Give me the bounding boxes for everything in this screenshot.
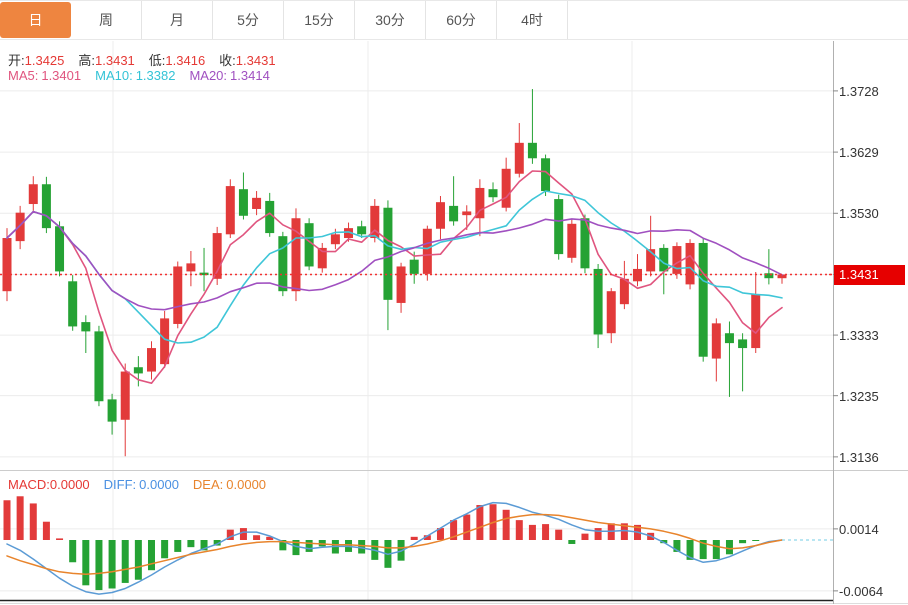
low-value: 1.3416 xyxy=(165,53,205,68)
price-tick-7: 1.3136 xyxy=(839,450,905,465)
ma10-value: 1.3382 xyxy=(136,68,176,83)
trading-chart-app: 日 周 月 5分 15分 30分 60分 4时 开:1.3425高:1.3431… xyxy=(0,0,908,605)
macd-label: MACD: xyxy=(8,477,50,492)
price-tick-3: 1.3530 xyxy=(839,206,905,221)
macd-tick-1: 0.0014 xyxy=(839,522,905,537)
ohlc-readout: 开:1.3425高:1.3431低:1.3416收:1.3431 xyxy=(8,50,276,69)
ma20-label: MA20: xyxy=(189,68,227,83)
current-price-badge: 1.3431 xyxy=(834,265,905,285)
high-label: 高: xyxy=(78,53,95,68)
price-tick-1: 1.3728 xyxy=(839,84,905,99)
macd-tick-2: -0.0064 xyxy=(839,584,905,599)
ma10-label: MA10: xyxy=(95,68,133,83)
ma20-value: 1.3414 xyxy=(230,68,270,83)
low-label: 低: xyxy=(149,53,166,68)
candlestick-chart[interactable] xyxy=(0,0,908,605)
dea-value: 0.0000 xyxy=(226,477,266,492)
open-value: 1.3425 xyxy=(25,53,65,68)
ma5-value: 1.3401 xyxy=(41,68,81,83)
price-tick-6: 1.3235 xyxy=(839,389,905,404)
diff-value: 0.0000 xyxy=(139,477,179,492)
macd-readout: MACD:0.0000DIFF:0.0000DEA:0.0000 xyxy=(8,477,266,492)
close-value: 1.3431 xyxy=(236,53,276,68)
macd-value: 0.0000 xyxy=(50,477,90,492)
ma-readout: MA5:1.3401 MA10:1.3382 MA20:1.3414 xyxy=(8,68,270,83)
price-tick-2: 1.3629 xyxy=(839,145,905,160)
open-label: 开: xyxy=(8,53,25,68)
high-value: 1.3431 xyxy=(95,53,135,68)
dea-label: DEA: xyxy=(193,477,223,492)
diff-label: DIFF: xyxy=(104,477,137,492)
close-label: 收: xyxy=(219,53,236,68)
price-tick-5: 1.3333 xyxy=(839,328,905,343)
ma5-label: MA5: xyxy=(8,68,38,83)
